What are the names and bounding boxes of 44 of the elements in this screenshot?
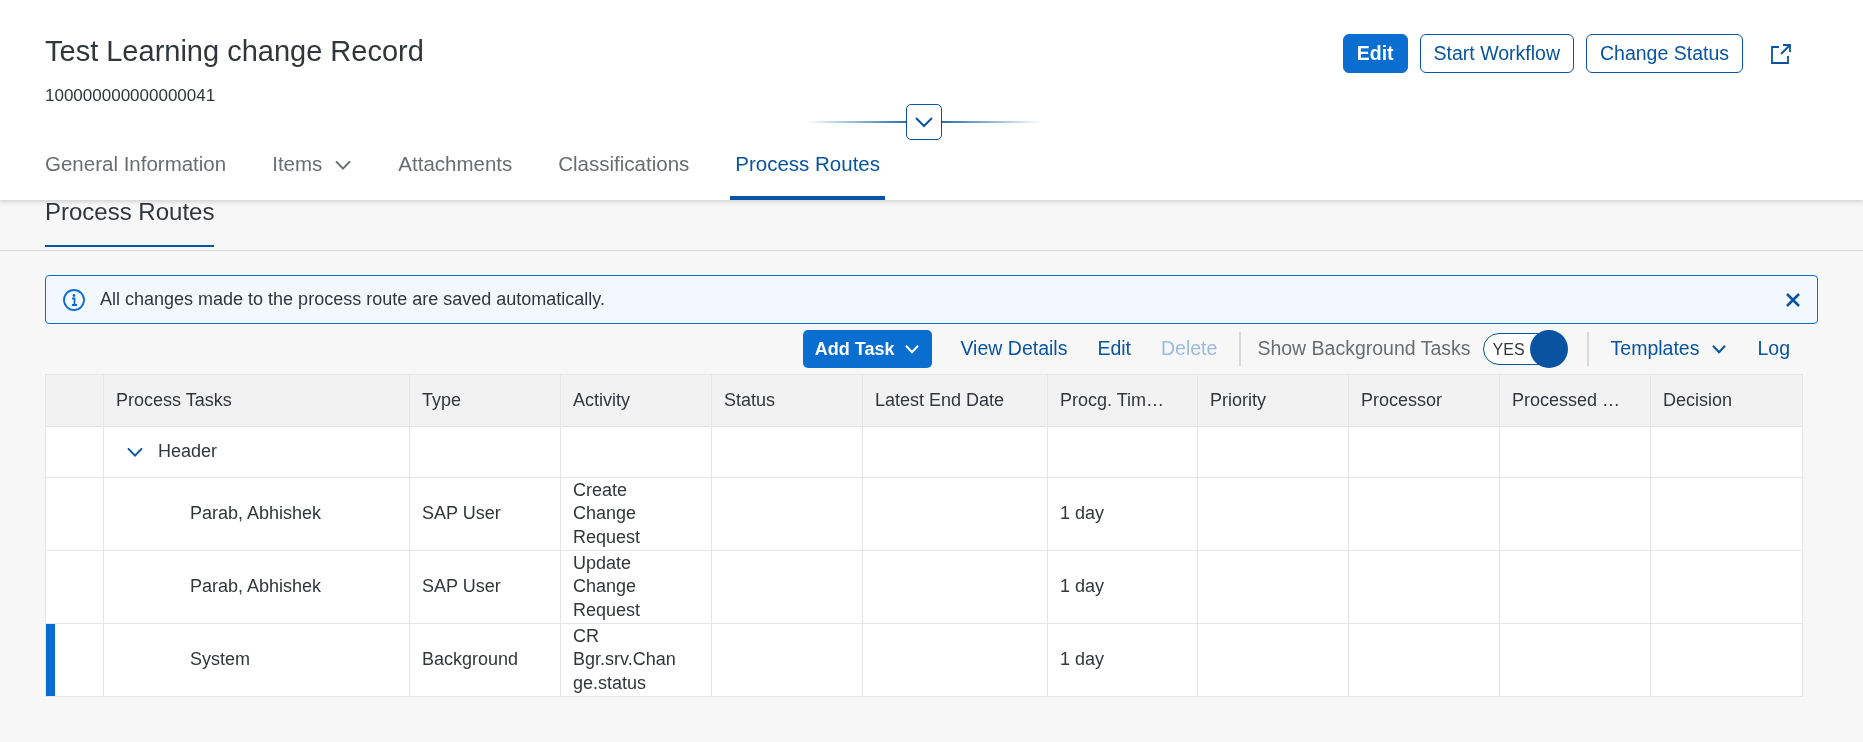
column-header[interactable]: Status <box>711 374 863 427</box>
share-icon[interactable] <box>1769 41 1793 66</box>
switch-label: Show Background Tasks <box>1256 336 1472 362</box>
table-cell: 1 day <box>1047 550 1198 624</box>
table-cell: SAP User <box>409 550 561 624</box>
tab[interactable]: Attachments <box>398 149 513 200</box>
table-cell: System <box>190 648 250 672</box>
table-cell: Create Change Request <box>560 477 712 551</box>
column-header[interactable]: Procg. Tim… <box>1047 374 1198 427</box>
tab[interactable]: Items <box>272 149 353 200</box>
column-header[interactable]: Latest End Date <box>862 374 1048 427</box>
table-cell: Background <box>409 623 561 697</box>
table-cell: Header <box>158 440 218 464</box>
tab[interactable]: Classifications <box>558 149 690 200</box>
tab[interactable]: Process Routes <box>730 149 885 200</box>
toolbar-button[interactable]: Edit <box>1085 330 1143 368</box>
table-cell: CR Bgr.srv.Change.status <box>560 623 712 697</box>
templates-menu-button[interactable]: Templates <box>1598 330 1740 368</box>
column-header[interactable]: Decision <box>1650 374 1803 427</box>
column-header[interactable]: Type <box>409 374 561 427</box>
column-header[interactable]: Processor <box>1348 374 1500 427</box>
table-cell: 1 day <box>1047 477 1198 551</box>
table-cell: Update Change Request <box>560 550 712 624</box>
message-text: All changes made to the process route are saved automatically. <box>100 288 606 311</box>
column-header[interactable]: Activity <box>560 374 712 427</box>
object-title: Test Learning change Record <box>45 34 424 69</box>
info-icon <box>62 287 86 312</box>
toolbar-button[interactable]: View Details <box>948 330 1080 368</box>
object-id: 100000000000000041 <box>45 84 217 107</box>
table-cell: 1 day <box>1047 623 1198 697</box>
table-cell: Parab, Abhishek <box>190 502 322 526</box>
column-header[interactable]: Process Tasks <box>103 374 410 427</box>
add-task-menu-button[interactable]: Add Task <box>802 330 933 368</box>
toolbar-button[interactable]: Log <box>1745 330 1802 368</box>
collapse-header-button[interactable] <box>906 104 942 140</box>
action-button[interactable]: Start Workflow <box>1419 34 1574 73</box>
table-cell: SAP User <box>409 477 561 551</box>
action-button[interactable]: Change Status <box>1586 34 1743 73</box>
column-header[interactable]: Priority <box>1197 374 1349 427</box>
section-title: Process Routes <box>45 196 215 247</box>
action-button[interactable]: Edit <box>1342 34 1408 73</box>
column-header[interactable]: Processed … <box>1499 374 1651 427</box>
toggle-switch[interactable]: YES <box>1482 333 1567 365</box>
table-cell: Parab, Abhishek <box>190 575 322 599</box>
